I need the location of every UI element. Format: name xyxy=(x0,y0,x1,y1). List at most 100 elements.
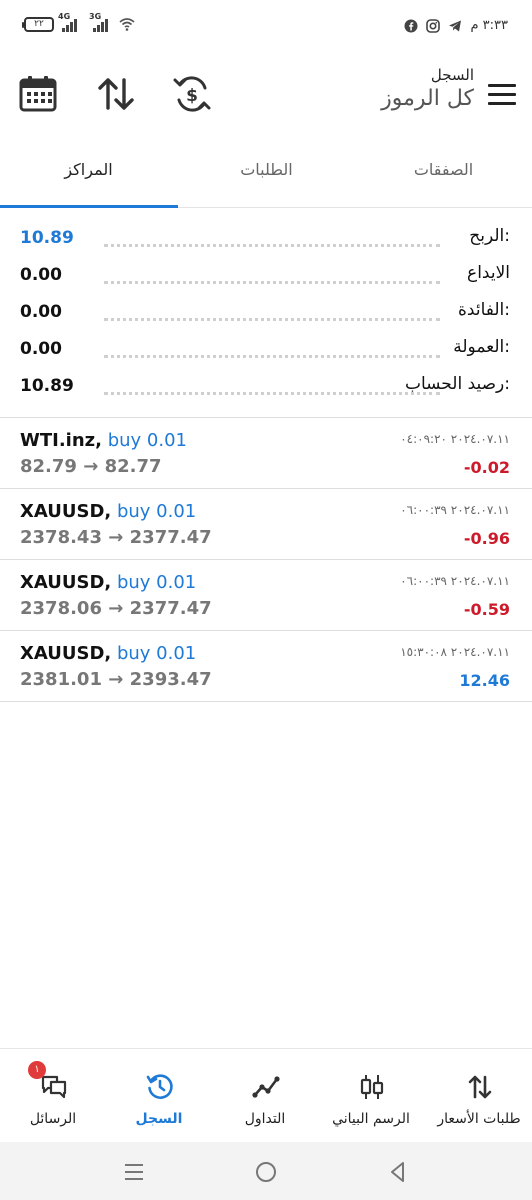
instagram-icon xyxy=(426,18,441,33)
nav-messages-label: الرسائل xyxy=(29,1111,77,1127)
trade-symbol: XAUUSD, xyxy=(20,501,112,522)
messages-badge: ١ xyxy=(28,1061,46,1079)
summary-row-interest: 0.00 الفائدة: xyxy=(0,296,532,333)
trade-open-price: 2381.01 xyxy=(20,669,102,690)
menu-icon[interactable] xyxy=(488,84,516,106)
trade-profit: -0.96 xyxy=(463,529,510,548)
summary-section: 10.89 الربح: 0.00 الايداع 0.00 الفائدة: … xyxy=(0,222,532,407)
commission-label: العمولة: xyxy=(453,337,510,357)
profit-value: 10.89 xyxy=(20,228,74,248)
system-navigation-bar xyxy=(0,1142,532,1200)
interest-label: الفائدة: xyxy=(458,300,510,320)
nav-quotes[interactable]: طلبات الأسعار xyxy=(426,1049,532,1143)
dotted-leader xyxy=(104,355,440,358)
calendar-icon[interactable] xyxy=(18,74,58,114)
trade-profit: -0.02 xyxy=(463,458,510,477)
nav-chart-label: الرسم البياني xyxy=(332,1111,410,1127)
signal-3g-icon: 3G xyxy=(89,12,108,32)
bottom-navigation: ١ الرسائل السجل التداول الرسم البياني طل… xyxy=(0,1048,532,1142)
nav-quotes-label: طلبات الأسعار xyxy=(437,1111,521,1127)
chart-icon xyxy=(360,1075,384,1099)
trade-list: WTI.inz, buy 0.01 82.79 → 82.77 ٢٠٢٤.٠٧.… xyxy=(0,418,532,702)
facebook-icon xyxy=(404,19,418,32)
trade-action: buy 0.01 xyxy=(116,572,197,593)
summary-row-commission: 0.00 العمولة: xyxy=(0,333,532,370)
top-app-bar: $ السجل كل الرموز xyxy=(0,58,532,134)
nav-history-label: السجل xyxy=(135,1111,183,1127)
summary-row-deposit: 0.00 الايداع xyxy=(0,259,532,296)
trade-profit: 12.46 xyxy=(459,671,510,690)
summary-row-profit: 10.89 الربح: xyxy=(0,222,532,259)
dotted-leader xyxy=(104,392,440,395)
arrow-icon: → xyxy=(108,598,124,619)
recent-apps-icon[interactable] xyxy=(122,1160,146,1184)
arrow-icon: → xyxy=(83,456,99,477)
back-icon[interactable] xyxy=(386,1160,410,1184)
trade-close-price: 2377.47 xyxy=(129,527,212,548)
commission-value: 0.00 xyxy=(20,339,62,359)
interest-value: 0.00 xyxy=(20,302,62,322)
page-subtitle: السجل xyxy=(430,66,474,84)
trade-datetime: ٢٠٢٤.٠٧.١١ ٠٦:٠٠:٣٩ xyxy=(400,574,510,588)
tab-orders[interactable]: الطلبات xyxy=(178,140,355,208)
trade-action: buy 0.01 xyxy=(116,501,197,522)
dotted-leader xyxy=(104,318,440,321)
trade-datetime: ٢٠٢٤.٠٧.١١ ٠٦:٠٠:٣٩ xyxy=(400,503,510,517)
quotes-icon xyxy=(468,1075,492,1099)
arrow-icon: → xyxy=(108,527,124,548)
signal-4g-icon: 4G xyxy=(58,12,77,32)
status-bar: ٢٢ 4G 3G ٣:٣٣ م xyxy=(0,0,532,58)
trade-open-price: 2378.43 xyxy=(20,527,102,548)
trade-row[interactable]: WTI.inz, buy 0.01 82.79 → 82.77 ٢٠٢٤.٠٧.… xyxy=(0,418,532,489)
trade-symbol: WTI.inz, xyxy=(20,430,102,451)
trade-close-price: 2377.47 xyxy=(129,598,212,619)
trade-action: buy 0.01 xyxy=(107,430,187,451)
trade-icon xyxy=(252,1076,280,1098)
trade-row[interactable]: XAUUSD, buy 0.01 2378.06 → 2377.47 ٢٠٢٤.… xyxy=(0,560,532,631)
nav-history[interactable]: السجل xyxy=(106,1049,212,1143)
sort-icon[interactable] xyxy=(96,74,136,114)
nav-chart[interactable]: الرسم البياني xyxy=(318,1049,424,1143)
trade-symbol: XAUUSD, xyxy=(20,572,112,593)
trade-open-price: 82.79 xyxy=(20,456,77,477)
tab-deals[interactable]: الصفقات xyxy=(355,140,532,208)
wifi-icon xyxy=(119,18,135,31)
battery-icon: ٢٢ xyxy=(22,16,54,32)
trade-close-price: 2393.47 xyxy=(129,669,212,690)
profit-label: الربح: xyxy=(469,226,510,246)
status-bar-left: ٢٢ 4G 3G xyxy=(22,12,136,32)
battery-level: ٢٢ xyxy=(34,19,44,29)
trade-datetime: ٢٠٢٤.٠٧.١١ ١٥:٣٠:٠٨ xyxy=(400,645,510,659)
trade-close-price: 82.77 xyxy=(104,456,162,477)
history-icon xyxy=(146,1074,173,1099)
tab-indicator xyxy=(0,205,178,208)
nav-messages[interactable]: ١ الرسائل xyxy=(0,1049,106,1143)
summary-row-balance: 10.89 رصيد الحساب: xyxy=(0,370,532,407)
trade-datetime: ٢٠٢٤.٠٧.١١ ٠٤:٠٩:٢٠ xyxy=(400,432,510,446)
trade-symbol: XAUUSD, xyxy=(20,643,112,664)
status-time: ٣:٣٣ م xyxy=(470,18,508,33)
tab-positions[interactable]: المراكز xyxy=(0,140,177,208)
trade-row[interactable]: XAUUSD, buy 0.01 2378.43 → 2377.47 ٢٠٢٤.… xyxy=(0,489,532,560)
trade-open-price: 2378.06 xyxy=(20,598,102,619)
currency-exchange-icon[interactable]: $ xyxy=(172,74,212,114)
balance-value: 10.89 xyxy=(20,376,74,396)
nav-trade[interactable]: التداول xyxy=(212,1049,318,1143)
network-4g-label: 4G xyxy=(58,12,71,21)
dotted-leader xyxy=(104,244,440,247)
dotted-leader xyxy=(104,281,440,284)
deposit-label: الايداع xyxy=(467,263,510,283)
page-title[interactable]: كل الرموز xyxy=(381,86,474,111)
svg-text:$: $ xyxy=(186,86,198,106)
home-icon[interactable] xyxy=(254,1160,278,1184)
deposit-value: 0.00 xyxy=(20,265,62,285)
messages-icon xyxy=(41,1075,67,1099)
balance-label: رصيد الحساب: xyxy=(404,374,510,394)
tab-bar: الصفقات الطلبات المراكز xyxy=(0,140,532,208)
arrow-icon: → xyxy=(108,669,124,690)
nav-trade-label: التداول xyxy=(244,1111,286,1127)
telegram-icon xyxy=(449,20,462,31)
trade-profit: -0.59 xyxy=(463,600,510,619)
page-heading: السجل كل الرموز xyxy=(381,66,474,111)
trade-row[interactable]: XAUUSD, buy 0.01 2381.01 → 2393.47 ٢٠٢٤.… xyxy=(0,631,532,702)
